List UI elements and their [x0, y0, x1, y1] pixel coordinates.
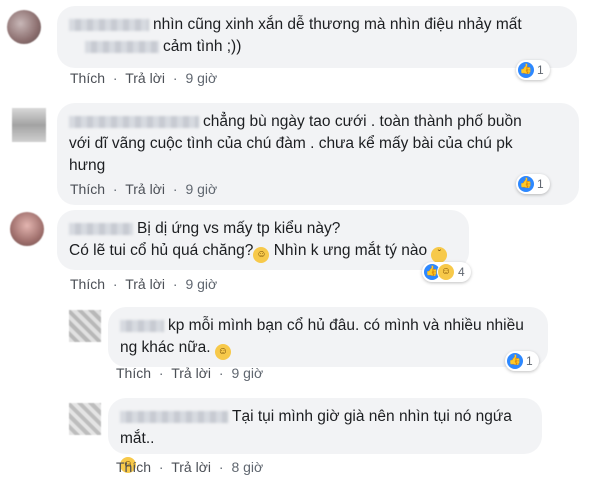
reply-button[interactable]: Trả lời: [171, 459, 211, 475]
avatar[interactable]: [69, 310, 101, 342]
comment-text-line1: Bị dị ứng vs mấy tp kiểu này?: [137, 220, 341, 237]
timestamp[interactable]: 9 giờ: [185, 276, 217, 292]
like-icon: 👍: [507, 353, 523, 369]
reply-button[interactable]: Trả lời: [125, 70, 165, 86]
comment-text-line3: hưng: [69, 157, 106, 174]
comment-text-line2: ng khác nữa.: [120, 339, 211, 356]
comment-text-line2b: Nhìn k ưng mắt tý nào: [273, 242, 428, 259]
comment-bubble: Tại tụi mình giờ già nên nhìn tụi nó ngứ…: [108, 398, 542, 473]
blurred-name: [85, 40, 159, 53]
reply-button[interactable]: Trả lời: [171, 365, 211, 381]
comment-text-line1: chẳng bù ngày tao cưới . toàn thành phố …: [203, 113, 522, 130]
blurred-name: [69, 222, 133, 235]
avatar[interactable]: [10, 212, 44, 246]
like-button[interactable]: Thích: [116, 365, 151, 381]
reaction-count[interactable]: 👍 1: [505, 351, 539, 371]
blurred-name: [69, 18, 149, 31]
like-button[interactable]: Thích: [70, 181, 105, 197]
timestamp[interactable]: 8 giờ: [231, 459, 263, 475]
like-icon: 👍: [518, 62, 534, 78]
timestamp[interactable]: 9 giờ: [185, 181, 217, 197]
comment-text-line1: kp mỗi mình bạn cổ hủ đâu. có mình và nh…: [168, 317, 524, 334]
reaction-count[interactable]: 👍 1: [516, 60, 550, 80]
like-button[interactable]: Thích: [70, 70, 105, 86]
comment-text-line2: cảm tình ;)): [163, 38, 242, 55]
like-button[interactable]: Thích: [116, 459, 151, 475]
avatar[interactable]: [12, 108, 46, 142]
confused-emoji: ˇ: [431, 247, 448, 263]
avatar[interactable]: [69, 403, 101, 435]
like-icon: 👍: [518, 176, 534, 192]
avatar[interactable]: [7, 10, 41, 44]
comment-text-line2: với dĩ vãng cuộc tình của chú đàm . chưa…: [69, 135, 513, 152]
haha-icon: ☺: [437, 263, 455, 281]
comment-actions: Thích · Trả lời · 9 giờ: [116, 365, 264, 381]
blurred-name: [120, 319, 164, 332]
comment-actions: Thích · Trả lời · 9 giờ: [70, 70, 218, 86]
comment-bubble: nhìn cũng xinh xắn dễ thương mà nhìn điệ…: [57, 6, 577, 68]
like-button[interactable]: Thích: [70, 276, 105, 292]
timestamp[interactable]: 9 giờ: [185, 70, 217, 86]
reply-button[interactable]: Trả lời: [125, 276, 165, 292]
comment-bubble: Bị dị ứng vs mấy tp kiểu này? Có lẽ tui …: [57, 210, 469, 270]
smile-emoji: ☺: [214, 344, 231, 360]
comment-actions: Thích · Trả lời · 9 giờ: [70, 181, 218, 197]
blurred-name: [69, 115, 199, 128]
comment-actions: Thích · Trả lời · 8 giờ: [116, 459, 264, 475]
comment-text-line2: Có lẽ tui cổ hủ quá chăng?: [69, 242, 254, 259]
laugh-emoji: ☺: [253, 247, 270, 263]
comment-text-line1: nhìn cũng xinh xắn dễ thương mà nhìn điệ…: [153, 16, 522, 33]
comment-actions: Thích · Trả lời · 9 giờ: [70, 276, 218, 292]
timestamp[interactable]: 9 giờ: [231, 365, 263, 381]
reply-button[interactable]: Trả lời: [125, 181, 165, 197]
reaction-count[interactable]: 👍 ☺ 4: [422, 262, 471, 282]
reaction-count[interactable]: 👍 1: [516, 174, 550, 194]
blurred-name: [120, 410, 228, 423]
comment-bubble: kp mỗi mình bạn cổ hủ đâu. có mình và nh…: [108, 307, 548, 367]
